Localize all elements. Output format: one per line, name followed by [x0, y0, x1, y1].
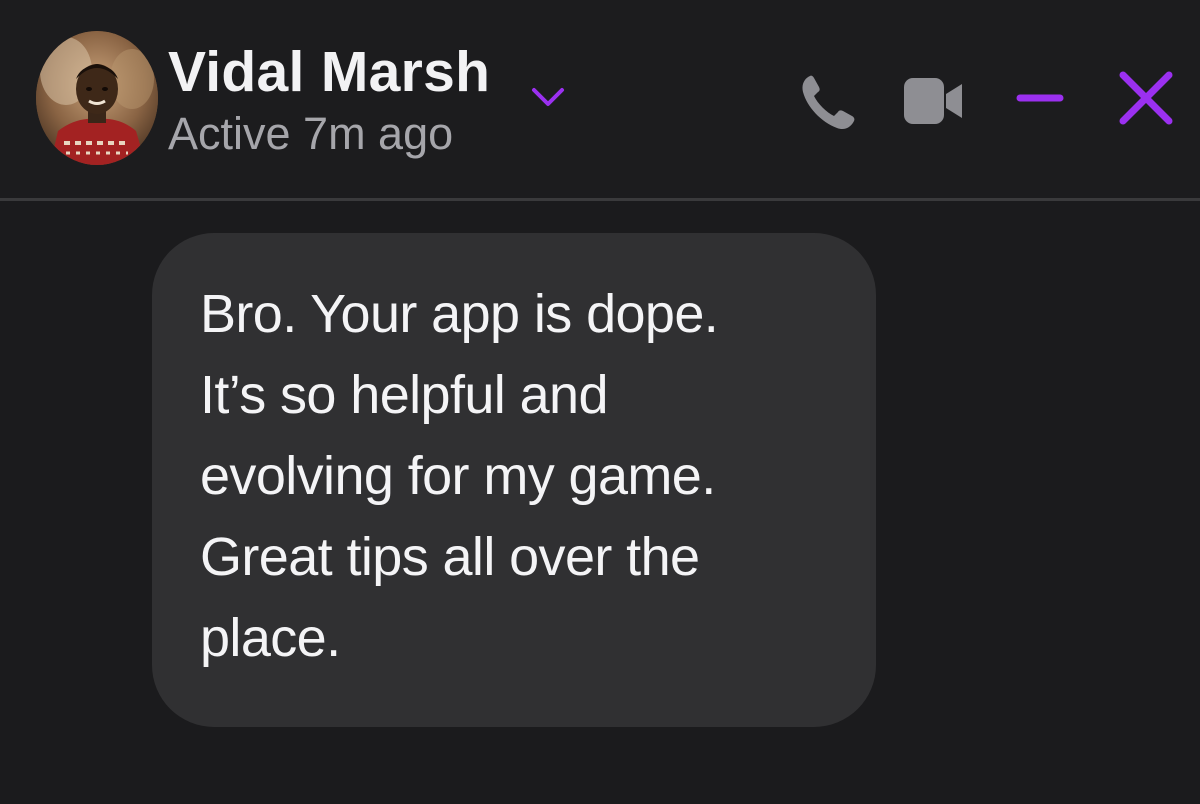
chat-header: Vidal Marsh Active 7m ago — [0, 0, 1200, 198]
avatar-photo — [36, 31, 158, 165]
message-line: It’s so helpful and — [200, 365, 609, 425]
minimize-icon[interactable] — [1016, 88, 1064, 108]
chat-window: Vidal Marsh Active 7m ago Bro. Your app … — [0, 0, 1200, 804]
header-divider — [0, 198, 1200, 201]
message-line: place. — [200, 608, 341, 668]
message-line: evolving for my game. — [200, 446, 716, 506]
message-line: Bro. Your app is dope. — [200, 284, 719, 344]
message-text: Bro. Your app is dope. It’s so helpful a… — [200, 274, 840, 679]
close-icon[interactable] — [1116, 68, 1176, 128]
video-camera-icon[interactable] — [902, 76, 964, 126]
phone-icon[interactable] — [796, 70, 860, 134]
avatar[interactable] — [36, 31, 158, 165]
message-line: Great tips all over the — [200, 527, 700, 587]
chevron-down-icon[interactable] — [526, 78, 570, 114]
contact-status: Active 7m ago — [168, 108, 454, 159]
